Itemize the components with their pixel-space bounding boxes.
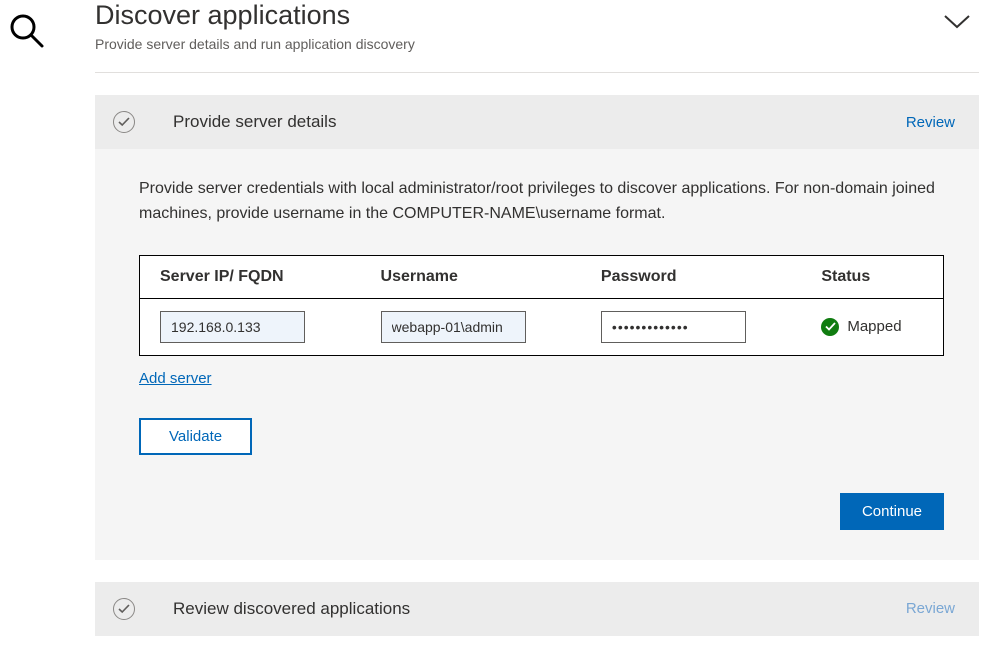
instructions-text: Provide server credentials with local ad… bbox=[139, 177, 944, 227]
review-link[interactable]: Review bbox=[906, 114, 955, 131]
page-title: Discover applications bbox=[95, 0, 415, 31]
section-title: Provide server details bbox=[173, 112, 336, 132]
step-check-icon bbox=[113, 598, 135, 620]
add-server-link[interactable]: Add server bbox=[139, 370, 212, 387]
server-ip-input[interactable] bbox=[160, 311, 305, 343]
col-header-status: Status bbox=[801, 255, 943, 298]
validate-button[interactable]: Validate bbox=[139, 418, 252, 455]
status-success-icon bbox=[821, 318, 839, 336]
col-header-username: Username bbox=[361, 255, 581, 298]
server-table: Server IP/ FQDN Username Password Status bbox=[139, 255, 944, 356]
review-link[interactable]: Review bbox=[906, 600, 955, 617]
section-provide-server-details: Provide server details Review Provide se… bbox=[95, 95, 979, 560]
section-title: Review discovered applications bbox=[173, 599, 410, 619]
section-review-discovered: Review discovered applications Review bbox=[95, 582, 979, 636]
divider bbox=[95, 72, 979, 73]
step-check-icon bbox=[113, 111, 135, 133]
table-row: Mapped bbox=[140, 298, 944, 355]
username-input[interactable] bbox=[381, 311, 526, 343]
chevron-down-icon[interactable] bbox=[943, 14, 971, 30]
status-text: Mapped bbox=[847, 318, 901, 335]
col-header-ip: Server IP/ FQDN bbox=[140, 255, 361, 298]
continue-button[interactable]: Continue bbox=[840, 493, 944, 530]
search-icon bbox=[6, 10, 46, 658]
col-header-password: Password bbox=[581, 255, 801, 298]
page-subtitle: Provide server details and run applicati… bbox=[95, 36, 415, 52]
password-input[interactable] bbox=[601, 311, 746, 343]
